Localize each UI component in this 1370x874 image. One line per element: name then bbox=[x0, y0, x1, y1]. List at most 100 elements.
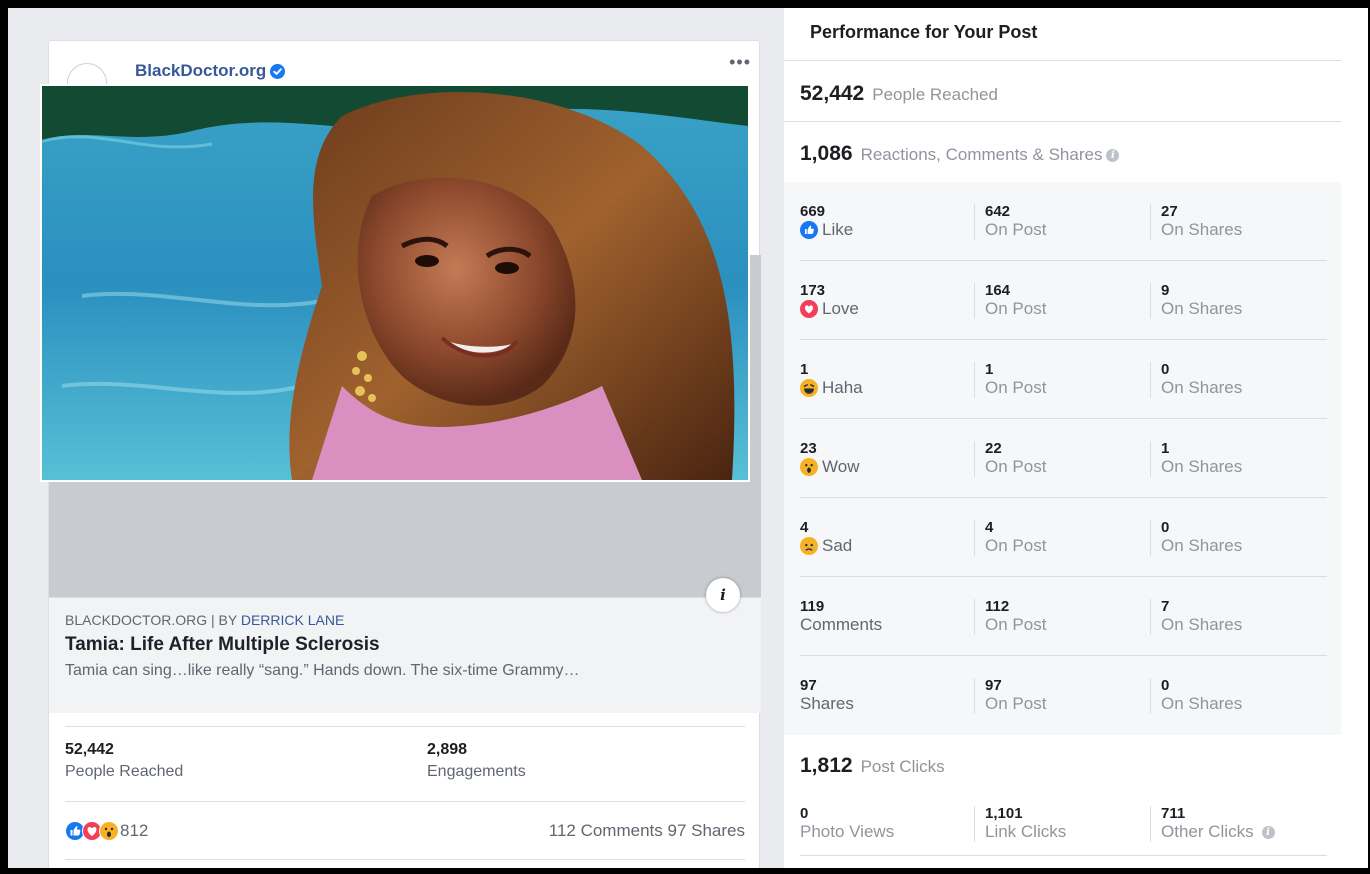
reaction-label-text: Haha bbox=[822, 378, 863, 397]
link-description: Tamia can sing…like really “sang.” Hands… bbox=[65, 662, 580, 679]
on-shares-cell: 27 On Shares bbox=[1150, 204, 1242, 240]
link-title[interactable]: Tamia: Life After Multiple Sclerosis bbox=[65, 634, 745, 656]
on-shares-value: 27 bbox=[1161, 203, 1178, 220]
engagement-caption-text: Reactions, Comments & Shares bbox=[860, 145, 1103, 164]
clicks-breakdown: 0 Photo Views 1,101 Link Clicks 711 Othe… bbox=[800, 786, 1327, 856]
reaction-label: Haha bbox=[800, 378, 863, 398]
on-shares-cell: 7 On Shares bbox=[1150, 599, 1242, 635]
stat-engagements: 2,898 Engagements bbox=[427, 741, 526, 781]
total-value: 4 bbox=[800, 519, 809, 536]
on-post-value: 97 bbox=[985, 677, 1002, 694]
people-reached-total: 52,442 bbox=[800, 82, 865, 105]
on-post-value: 4 bbox=[985, 519, 994, 536]
link-author[interactable]: DERRICK LANE bbox=[241, 612, 344, 628]
people-reached-value: 52,442 bbox=[65, 741, 114, 758]
reaction-summary[interactable]: 812 bbox=[65, 820, 149, 841]
divider bbox=[784, 60, 1341, 61]
post-stats: 52,442 People Reached 2,898 Engagements bbox=[65, 726, 745, 802]
page-name-link[interactable]: BlackDoctor.org bbox=[135, 61, 286, 81]
people-reached-caption: People Reached bbox=[872, 85, 998, 104]
photo-views-value: 0 bbox=[800, 805, 809, 822]
breakdown-row-comments: 119 Comments 112 On Post 7 On Shares bbox=[800, 577, 1327, 656]
haha-icon bbox=[800, 379, 818, 397]
shares-count-link[interactable]: 97 Shares bbox=[668, 821, 746, 840]
breakdown-row-love: 173 Love 164 On Post 9 On Shares bbox=[800, 261, 1327, 340]
on-post-value: 642 bbox=[985, 203, 1011, 220]
on-post-cell: 22 On Post bbox=[974, 441, 1046, 477]
comments-count-link[interactable]: 112 Comments bbox=[549, 821, 663, 840]
more-options-button[interactable]: ••• bbox=[729, 53, 751, 71]
wow-icon bbox=[800, 458, 818, 476]
divider bbox=[784, 121, 1341, 122]
link-clicks-label: Link Clicks bbox=[985, 822, 1067, 841]
reaction-label: Shares bbox=[800, 694, 854, 714]
on-post-cell: 1 On Post bbox=[974, 362, 1046, 398]
reactions-bar: 812 112 Comments 97 Shares bbox=[65, 802, 745, 860]
link-clicks-cell: 1,101 Link Clicks bbox=[974, 806, 1066, 842]
on-shares-label: On Shares bbox=[1161, 694, 1243, 713]
reaction-breakdown: 669 Like 642 On Post 27 On Shares 173 Lo… bbox=[784, 182, 1341, 735]
on-post-value: 112 bbox=[985, 598, 1010, 615]
people-reached-label: People Reached bbox=[65, 763, 184, 780]
verified-badge-icon bbox=[270, 63, 286, 79]
post-photo[interactable] bbox=[40, 84, 750, 482]
reaction-label-text: Shares bbox=[800, 694, 854, 713]
wow-icon bbox=[99, 820, 119, 841]
reaction-count: 812 bbox=[120, 820, 149, 840]
on-shares-label: On Shares bbox=[1161, 457, 1243, 476]
on-post-label: On Post bbox=[985, 378, 1047, 397]
page-name[interactable]: BlackDoctor.org bbox=[135, 61, 266, 81]
total-cell: 23 Wow bbox=[800, 441, 859, 477]
total-value: 119 bbox=[800, 598, 825, 615]
breakdown-row-wow: 23 Wow 22 On Post 1 On Shares bbox=[800, 419, 1327, 498]
on-shares-cell: 0 On Shares bbox=[1150, 520, 1242, 556]
reaction-label-text: Like bbox=[822, 220, 854, 239]
total-cell: 1 Haha bbox=[800, 362, 863, 398]
reaction-label: Comments bbox=[800, 615, 882, 635]
on-shares-label: On Shares bbox=[1161, 615, 1243, 634]
on-post-cell: 112 On Post bbox=[974, 599, 1046, 635]
total-cell: 4 Sad bbox=[800, 520, 852, 556]
link-domain: BLACKDOCTOR.ORG bbox=[65, 612, 208, 628]
on-post-value: 22 bbox=[985, 440, 1002, 457]
engagement-summary: 1,086 Reactions, Comments & Shares i bbox=[800, 142, 1120, 166]
engagement-caption: Reactions, Comments & Shares i bbox=[861, 145, 1120, 165]
on-post-label: On Post bbox=[985, 536, 1047, 555]
byline-separator: | BY bbox=[207, 612, 241, 628]
on-shares-label: On Shares bbox=[1161, 299, 1243, 318]
breakdown-row-sad: 4 Sad 4 On Post 0 On Shares bbox=[800, 498, 1327, 577]
on-post-label: On Post bbox=[985, 694, 1047, 713]
on-post-cell: 97 On Post bbox=[974, 678, 1046, 714]
on-shares-cell: 0 On Shares bbox=[1150, 362, 1242, 398]
reaction-label-text: Love bbox=[822, 299, 859, 318]
on-shares-value: 0 bbox=[1161, 361, 1170, 378]
on-shares-value: 1 bbox=[1161, 440, 1170, 457]
love-icon bbox=[800, 300, 818, 318]
photo-views-cell: 0 Photo Views bbox=[800, 806, 894, 842]
total-value: 1 bbox=[800, 361, 809, 378]
total-cell: 119 Comments bbox=[800, 599, 882, 635]
engagements-label: Engagements bbox=[427, 763, 526, 780]
on-shares-cell: 1 On Shares bbox=[1150, 441, 1242, 477]
reaction-label-text: Sad bbox=[822, 536, 853, 555]
on-shares-cell: 9 On Shares bbox=[1150, 283, 1242, 319]
other-clicks-label: Other Clicks i bbox=[1161, 822, 1275, 842]
on-shares-cell: 0 On Shares bbox=[1150, 678, 1242, 714]
performance-title: Performance for Your Post bbox=[810, 22, 1038, 42]
info-icon[interactable]: i bbox=[1261, 825, 1275, 839]
info-icon[interactable]: i bbox=[1106, 149, 1120, 163]
on-shares-value: 9 bbox=[1161, 282, 1170, 299]
on-shares-value: 7 bbox=[1161, 598, 1170, 615]
on-post-cell: 4 On Post bbox=[974, 520, 1046, 556]
reaction-label-text: Wow bbox=[822, 457, 860, 476]
link-preview-meta[interactable]: BLACKDOCTOR.ORG | BY DERRICK LANE Tamia:… bbox=[49, 597, 761, 713]
post-clicks-caption: Post Clicks bbox=[860, 757, 945, 776]
total-value: 97 bbox=[800, 677, 817, 694]
post-clicks-summary: 1,812 Post Clicks bbox=[800, 754, 945, 778]
reaction-label-text: Comments bbox=[800, 615, 883, 634]
on-post-cell: 164 On Post bbox=[974, 283, 1046, 319]
stat-people-reached: 52,442 People Reached bbox=[65, 741, 183, 781]
info-button[interactable]: i bbox=[706, 578, 740, 612]
breakdown-row-haha: 1 Haha 1 On Post 0 On Shares bbox=[800, 340, 1327, 419]
on-shares-value: 0 bbox=[1161, 677, 1170, 694]
